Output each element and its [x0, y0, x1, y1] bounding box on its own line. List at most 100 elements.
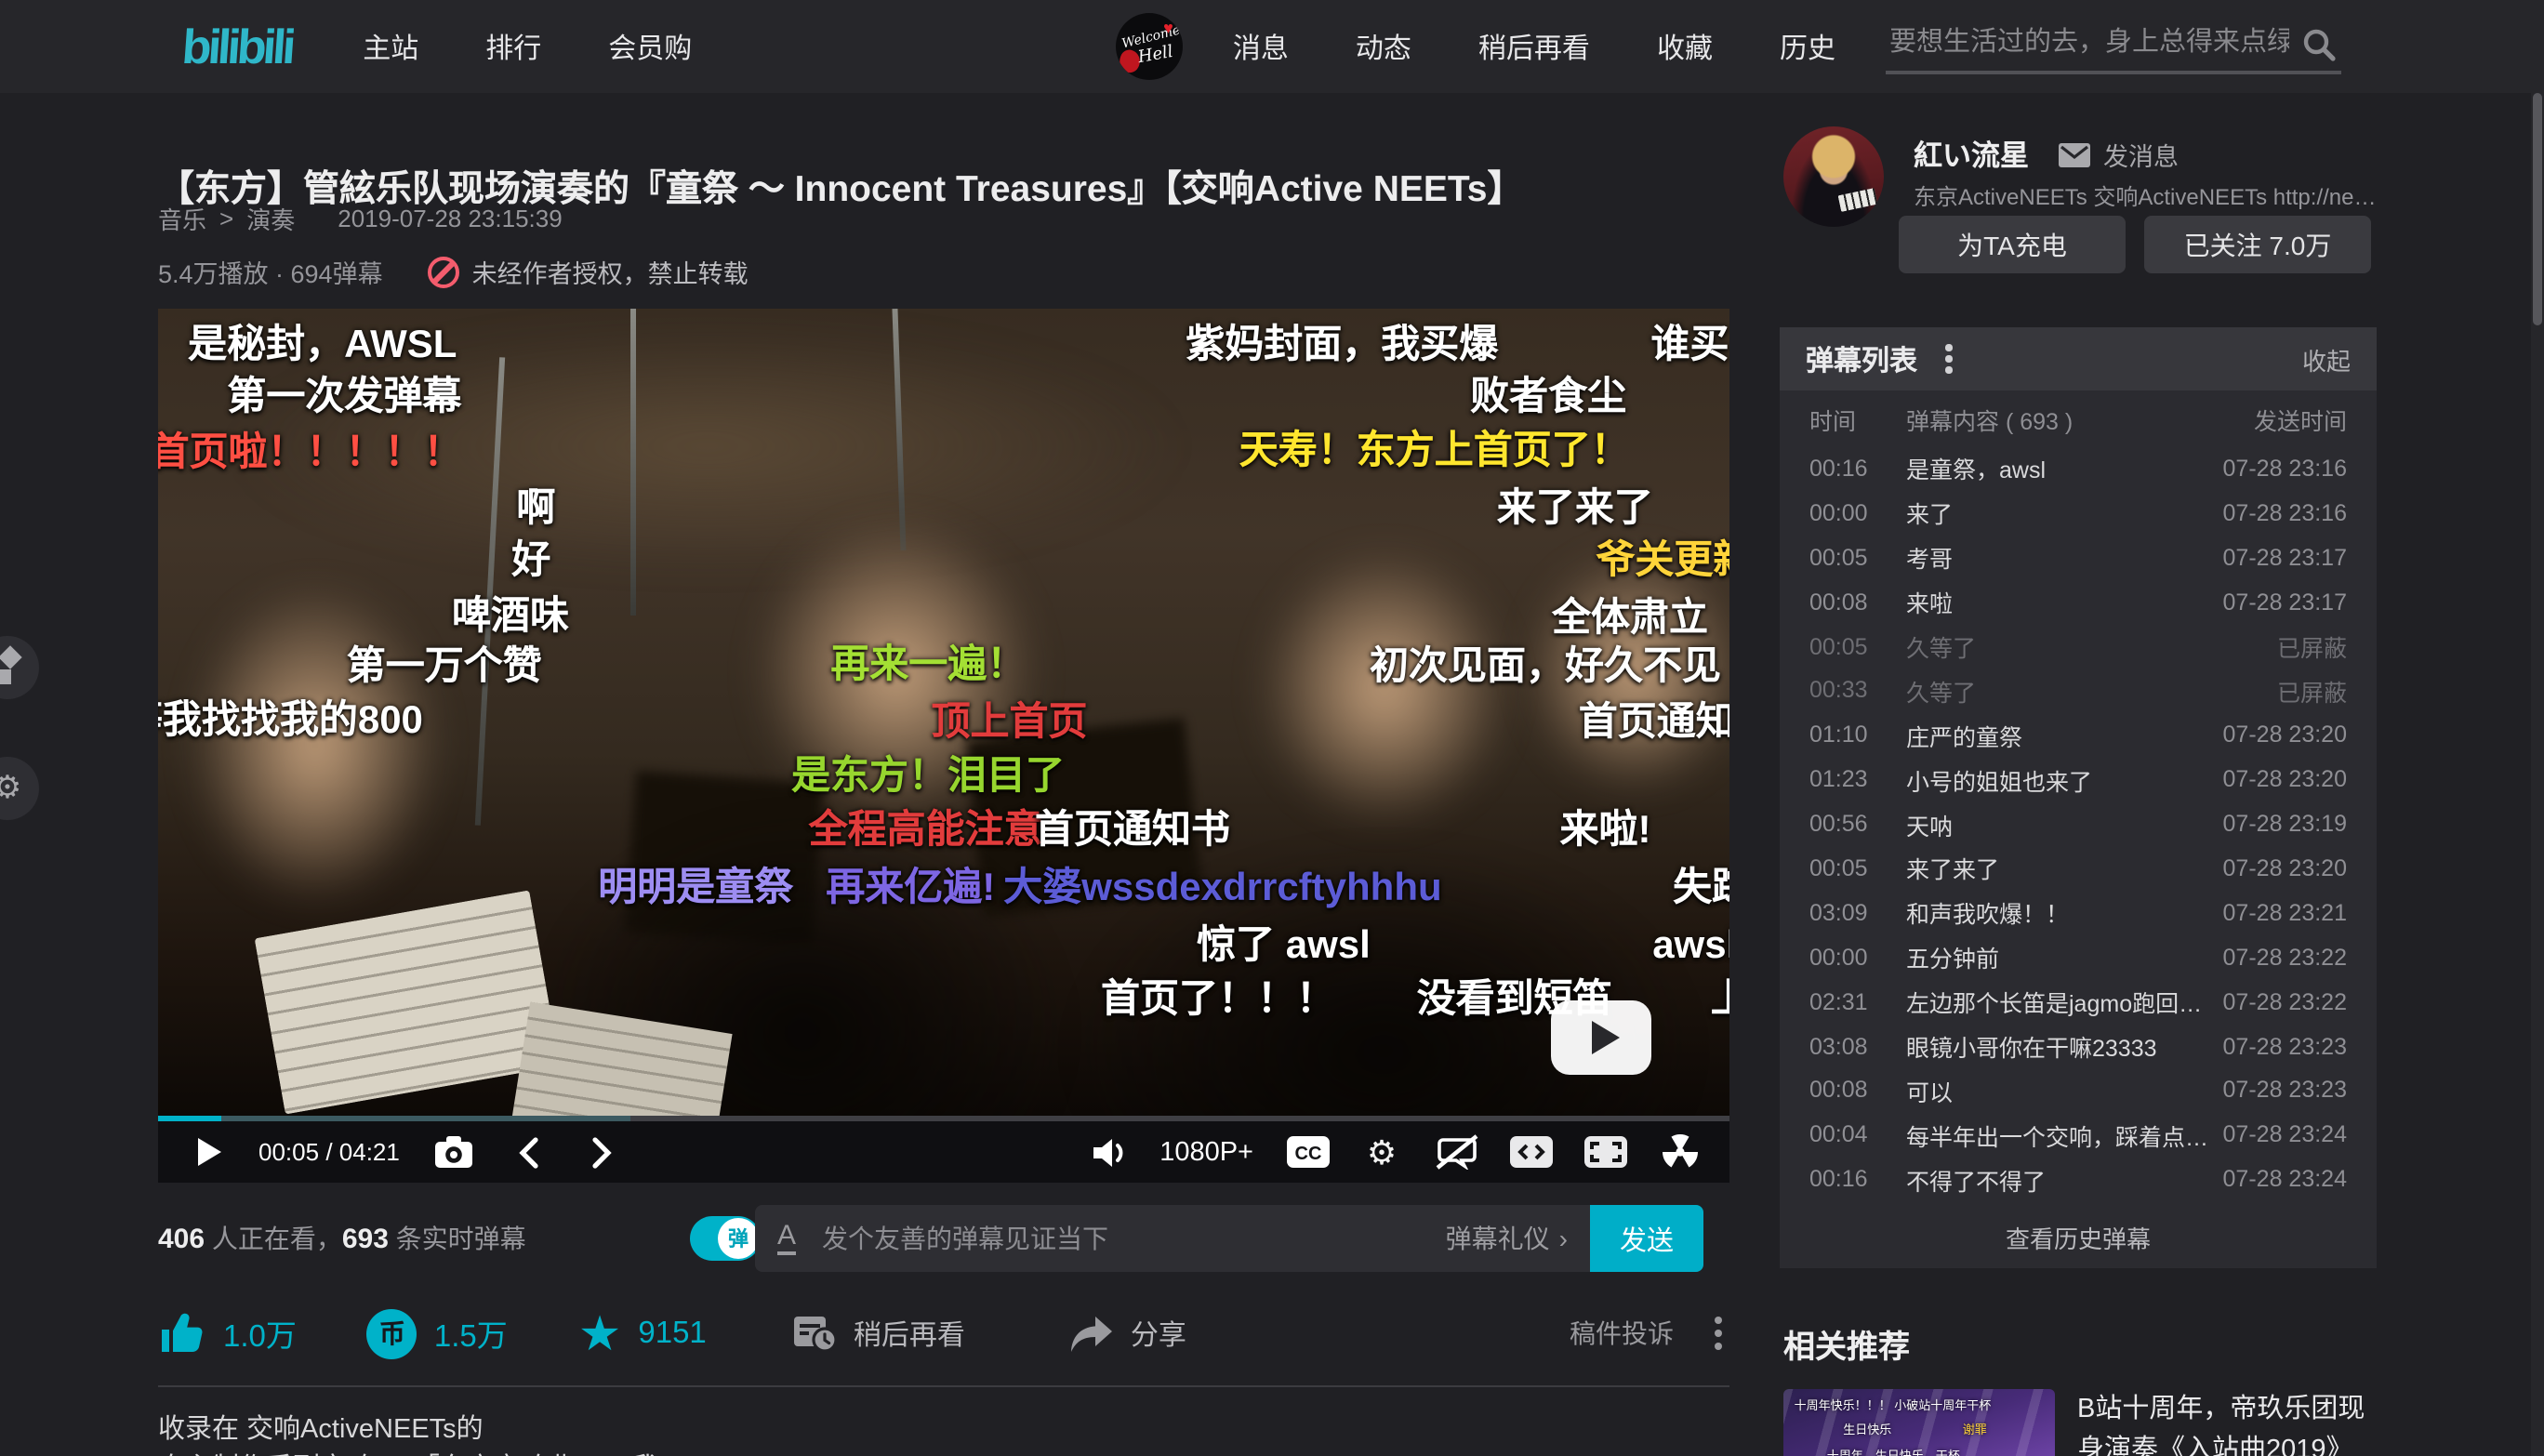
danmaku-time: 00:16: [1809, 1166, 1906, 1192]
floating-settings-button[interactable]: ⚙: [0, 757, 39, 820]
settings-gear-icon[interactable]: ⚙: [1358, 1128, 1406, 1176]
danmaku-comment: 是东方！泪目了: [791, 758, 1065, 797]
send-message-link[interactable]: 发消息: [2059, 136, 2179, 173]
danmaku-row[interactable]: 00:56 天呐 07-28 23:19: [1780, 801, 2377, 846]
danmaku-comment: 全体肃立: [1552, 599, 1708, 638]
danmaku-text: 来了: [1906, 496, 2208, 531]
danmaku-row[interactable]: 00:33 久等了 已屏蔽: [1780, 668, 2377, 713]
danmaku-comment: 再来亿遍!: [826, 868, 995, 907]
quality-selector[interactable]: 1080P+: [1159, 1137, 1253, 1167]
danmaku-row[interactable]: 00:05 考哥 07-28 23:17: [1780, 536, 2377, 580]
danmaku-text: 久等了: [1906, 629, 2262, 664]
danmaku-row[interactable]: 03:08 眼镜小哥你在干嘛23333 07-28 23:23: [1780, 1024, 2377, 1068]
danmaku-sent-time: 07-28 23:17: [2223, 589, 2347, 615]
danmaku-text: 久等了: [1906, 673, 2262, 708]
danmaku-comment: 败者食尘: [1470, 378, 1626, 417]
charge-button[interactable]: 为TA充电: [1899, 216, 2126, 273]
navbar-right: Welcome ♥ Hell 消息 动态 稍后再看 收藏 历史: [1116, 13, 2341, 80]
coin-button[interactable]: 币 1.5万: [367, 1308, 508, 1358]
watch-later-button[interactable]: 稍后再看: [792, 1313, 965, 1354]
svg-text:CC: CC: [1294, 1144, 1321, 1164]
envelope-icon: [2059, 142, 2090, 166]
collapse-link[interactable]: 收起: [2302, 341, 2351, 377]
report-link[interactable]: 稿件投诉: [1570, 1315, 1674, 1352]
primary-nav: 主站 排行 会员购: [363, 27, 692, 66]
share-arrow-icon: [1069, 1314, 1114, 1353]
radiation-mode-icon[interactable]: [1655, 1128, 1703, 1176]
subtitles-cc-icon[interactable]: CC: [1283, 1128, 1332, 1176]
bilibili-logo[interactable]: bilibili: [180, 18, 295, 75]
danmaku-row[interactable]: 00:16 是童祭，awsl 07-28 23:16: [1780, 446, 2377, 491]
danmaku-row[interactable]: 00:00 五分钟前 07-28 23:22: [1780, 935, 2377, 980]
danmaku-comment: 全程高能注意: [809, 811, 1043, 850]
favorite-button[interactable]: ★ 9151: [578, 1309, 707, 1357]
search-icon[interactable]: [2300, 25, 2338, 62]
danmaku-row[interactable]: 01:23 小号的姐姐也来了 07-28 23:20: [1780, 757, 2377, 801]
danmaku-text: 五分钟前: [1906, 939, 2208, 974]
nav-item[interactable]: 动态: [1356, 27, 1411, 66]
danmaku-input[interactable]: [818, 1222, 1446, 1255]
danmaku-row[interactable]: 03:09 和声我吹爆！！ 07-28 23:21: [1780, 891, 2377, 935]
danmaku-row[interactable]: 00:00 来了 07-28 23:16: [1780, 491, 2377, 536]
search-input[interactable]: [1886, 20, 2341, 73]
fullscreen-icon[interactable]: [1581, 1128, 1629, 1176]
col-sent: 发送时间: [2254, 401, 2347, 436]
widescreen-icon[interactable]: [1506, 1128, 1555, 1176]
play-overlay-button[interactable]: [1551, 1000, 1651, 1075]
related-video-title[interactable]: B站十周年，帝玖乐团现身演奏《入站曲2019》: [2077, 1389, 2378, 1456]
prev-button[interactable]: [504, 1128, 552, 1176]
danmaku-sent-time: 07-28 23:22: [2223, 988, 2347, 1014]
share-button[interactable]: 分享: [1069, 1314, 1186, 1353]
nav-item[interactable]: 主站: [363, 27, 418, 66]
danmaku-row[interactable]: 01:10 庄严的童祭 07-28 23:20: [1780, 713, 2377, 758]
search-box: [1886, 20, 2341, 73]
star-icon: ★: [578, 1309, 622, 1357]
more-options-icon[interactable]: [1707, 1309, 1729, 1357]
related-thumbnail[interactable]: 十周年快乐！！！ 小破站十周年干杯生日快乐谢罪十周年，生日快乐，干杯十周年快乐干…: [1783, 1389, 2055, 1456]
danmaku-comment: 谁买: [1651, 324, 1729, 364]
danmaku-text: 左边那个长笛是jagmo跑回…: [1906, 984, 2208, 1019]
danmaku-row[interactable]: 00:04 每半年出一个交响，踩着点… 07-28 23:24: [1780, 1113, 2377, 1158]
volume-icon[interactable]: [1085, 1128, 1133, 1176]
followed-button[interactable]: 已关注 7.0万: [2144, 216, 2371, 273]
danmaku-sent-time: 07-28 23:23: [2223, 1033, 2347, 1059]
next-button[interactable]: [578, 1128, 627, 1176]
danmaku-row[interactable]: 00:16 不得了不得了 07-28 23:24: [1780, 1158, 2377, 1202]
danmaku-off-icon[interactable]: [1432, 1128, 1480, 1176]
nav-item[interactable]: 稍后再看: [1478, 27, 1590, 66]
nav-item[interactable]: 收藏: [1657, 27, 1713, 66]
related-video-card[interactable]: 十周年快乐！！！ 小破站十周年干杯生日快乐谢罪十周年，生日快乐，干杯十周年快乐干…: [1783, 1389, 2378, 1456]
section-divider: [158, 1385, 1729, 1387]
nav-item[interactable]: 历史: [1780, 27, 1835, 66]
play-danmaku-count: 5.4万播放 · 694弹幕: [158, 253, 383, 290]
like-button[interactable]: 1.0万: [158, 1311, 297, 1356]
view-history-danmaku-link[interactable]: 查看历史弹幕: [1780, 1205, 2377, 1268]
play-button[interactable]: [184, 1128, 232, 1176]
nav-item[interactable]: 排行: [485, 27, 541, 66]
nav-item[interactable]: 会员购: [608, 27, 692, 66]
danmaku-etiquette-link[interactable]: 弹幕礼仪›: [1446, 1220, 1568, 1257]
uploader-name[interactable]: 紅い流星: [1914, 134, 2029, 175]
danmaku-comment: 好: [511, 541, 550, 580]
danmaku-toggle[interactable]: 弹: [690, 1216, 761, 1261]
favorite-count: 9151: [638, 1316, 706, 1351]
user-avatar[interactable]: Welcome ♥ Hell: [1116, 13, 1183, 80]
danmaku-panel-title: 弹幕列表: [1806, 339, 1917, 378]
scrollbar-thumb[interactable]: [2533, 93, 2542, 325]
danmaku-text: 庄严的童祭: [1906, 718, 2208, 753]
panel-menu-icon[interactable]: [1940, 339, 1957, 379]
page-scrollbar: [2531, 0, 2544, 1456]
font-style-icon[interactable]: A: [777, 1222, 796, 1256]
nav-item[interactable]: 消息: [1233, 27, 1289, 66]
danmaku-row[interactable]: 02:31 左边那个长笛是jagmo跑回… 07-28 23:22: [1780, 979, 2377, 1024]
danmaku-row[interactable]: 00:08 可以 07-28 23:23: [1780, 1068, 2377, 1113]
floating-widget-button[interactable]: [0, 636, 39, 699]
danmaku-row[interactable]: 00:05 久等了 已屏蔽: [1780, 624, 2377, 668]
send-danmaku-button[interactable]: 发送: [1590, 1205, 1703, 1272]
danmaku-row[interactable]: 00:05 来了来了 07-28 23:20: [1780, 846, 2377, 891]
danmaku-row[interactable]: 00:08 来啦 07-28 23:17: [1780, 579, 2377, 624]
video-frame[interactable]: 是秘封，AWSL紫妈封面，我买爆谁买第一次发弹幕败者食尘首页啦！！！！！天寿！东…: [158, 309, 1729, 1116]
time-display: 00:05 / 04:21: [258, 1138, 400, 1166]
snapshot-camera-icon[interactable]: [430, 1128, 478, 1176]
danmaku-sent-time: 07-28 23:20: [2223, 766, 2347, 792]
